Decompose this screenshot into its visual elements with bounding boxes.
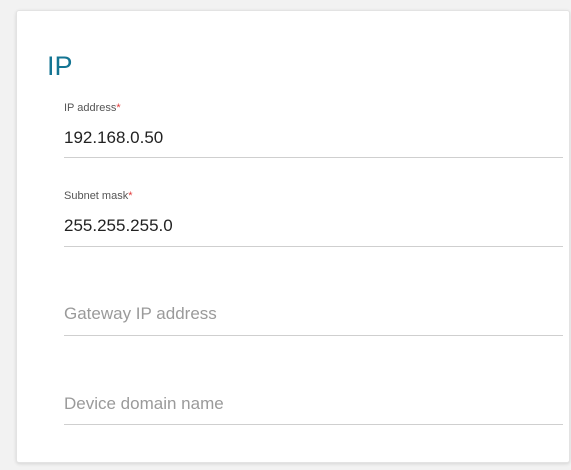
- ip-address-field: IP address*: [64, 102, 563, 162]
- domain-underline: [64, 424, 563, 425]
- required-marker: *: [128, 190, 133, 202]
- gateway-underline: [64, 335, 563, 336]
- ip-address-underline: [64, 157, 563, 158]
- subnet-mask-label-text: Subnet mask: [64, 190, 129, 202]
- gateway-field: [64, 297, 563, 357]
- subnet-mask-field: Subnet mask*: [64, 190, 563, 250]
- required-marker: *: [116, 102, 121, 114]
- device-domain-name-input[interactable]: [64, 393, 563, 415]
- gateway-ip-input[interactable]: [64, 303, 563, 325]
- section-title: IP: [47, 51, 73, 81]
- subnet-mask-label: Subnet mask*: [64, 190, 132, 203]
- domain-field: [64, 386, 563, 446]
- ip-address-label: IP address*: [64, 102, 121, 115]
- subnet-mask-underline: [64, 246, 563, 247]
- ip-address-input[interactable]: [64, 127, 563, 149]
- ip-address-label-text: IP address: [64, 102, 117, 114]
- subnet-mask-input[interactable]: [64, 215, 563, 237]
- ip-settings-card: IP IP address* Subnet mask*: [16, 10, 570, 463]
